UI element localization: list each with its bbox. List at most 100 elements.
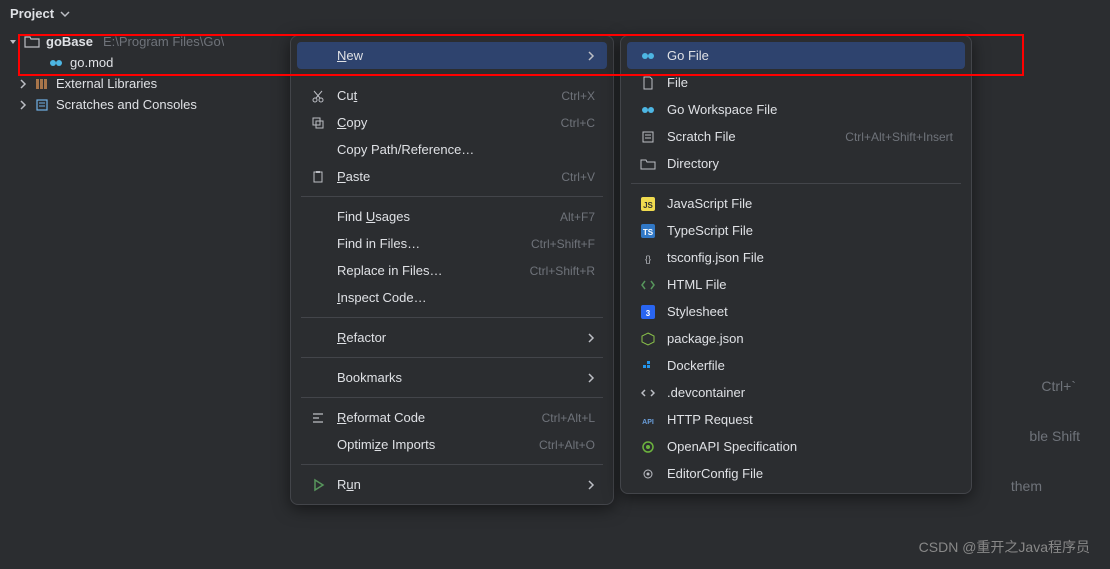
tree-file-label: go.mod	[70, 55, 113, 70]
menu-directory[interactable]: Directory	[627, 150, 965, 177]
bg-shortcut-2: ble Shift	[1029, 428, 1080, 444]
svg-text:JS: JS	[643, 201, 653, 210]
scissors-icon	[309, 89, 327, 103]
gear-icon	[639, 467, 657, 481]
svg-text:3: 3	[646, 309, 651, 318]
menu-bookmarks[interactable]: Bookmarks	[297, 364, 607, 391]
menu-tsconfig-label: tsconfig.json File	[667, 250, 953, 265]
menu-html-file[interactable]: HTML File	[627, 271, 965, 298]
menu-reformat[interactable]: Reformat Code Ctrl+Alt+L	[297, 404, 607, 431]
menu-js-file[interactable]: JS JavaScript File	[627, 190, 965, 217]
menu-copy-path[interactable]: Copy Path/Reference…	[297, 136, 607, 163]
menu-css-label: Stylesheet	[667, 304, 953, 319]
menu-ts-file[interactable]: TS TypeScript File	[627, 217, 965, 244]
menu-run[interactable]: Run	[297, 471, 607, 498]
run-icon	[309, 478, 327, 492]
menu-cut-label: Cut	[337, 88, 551, 103]
menu-reformat-key: Ctrl+Alt+L	[542, 411, 595, 425]
menu-find-in-files[interactable]: Find in Files… Ctrl+Shift+F	[297, 230, 607, 257]
menu-inspect-code[interactable]: Inspect Code…	[297, 284, 607, 311]
menu-http-request[interactable]: API HTTP Request	[627, 406, 965, 433]
panel-title[interactable]: Project	[0, 0, 290, 27]
folder-icon	[639, 157, 657, 171]
menu-package-json[interactable]: package.json	[627, 325, 965, 352]
menu-new-label: New	[337, 48, 577, 63]
css-icon: 3	[639, 305, 657, 319]
menu-directory-label: Directory	[667, 156, 953, 171]
chevron-right-icon	[587, 480, 595, 490]
chevron-down-icon	[60, 9, 70, 19]
menu-html-label: HTML File	[667, 277, 953, 292]
menu-docker-label: Dockerfile	[667, 358, 953, 373]
menu-devcontainer-label: .devcontainer	[667, 385, 953, 400]
menu-devcontainer[interactable]: .devcontainer	[627, 379, 965, 406]
bg-shortcut-3: them	[1011, 478, 1042, 494]
menu-separator	[301, 196, 603, 197]
tree-root-path: E:\Program Files\Go\	[103, 34, 224, 49]
chevron-right-icon	[18, 100, 28, 110]
menu-paste-label: Paste	[337, 169, 551, 184]
scratch-icon	[34, 98, 50, 112]
menu-editorconfig-label: EditorConfig File	[667, 466, 953, 481]
scratch-icon	[639, 130, 657, 144]
docker-icon	[639, 359, 657, 373]
menu-replace-in-files-label: Replace in Files…	[337, 263, 520, 278]
tree-root-label: goBase	[46, 34, 93, 49]
menu-separator	[301, 75, 603, 76]
project-tree: goBase E:\Program Files\Go\ go.mod Exter…	[0, 27, 290, 119]
menu-dockerfile[interactable]: Dockerfile	[627, 352, 965, 379]
menu-copy-label: Copy	[337, 115, 551, 130]
project-panel: Project goBase E:\Program Files\Go\ go.m…	[0, 0, 290, 569]
tree-root[interactable]: goBase E:\Program Files\Go\	[0, 31, 290, 52]
tree-scratches[interactable]: Scratches and Consoles	[0, 94, 290, 115]
menu-find-in-files-key: Ctrl+Shift+F	[531, 237, 595, 251]
menu-optimize-label: Optimize Imports	[337, 437, 529, 452]
menu-scratch-label: Scratch File	[667, 129, 835, 144]
menu-separator	[301, 317, 603, 318]
menu-file[interactable]: File	[627, 69, 965, 96]
menu-openapi[interactable]: OpenAPI Specification	[627, 433, 965, 460]
menu-separator	[301, 397, 603, 398]
tree-file-gomod[interactable]: go.mod	[0, 52, 290, 73]
menu-separator	[301, 464, 603, 465]
menu-paste[interactable]: Paste Ctrl+V	[297, 163, 607, 190]
menu-optimize[interactable]: Optimize Imports Ctrl+Alt+O	[297, 431, 607, 458]
menu-openapi-label: OpenAPI Specification	[667, 439, 953, 454]
copy-icon	[309, 116, 327, 130]
clipboard-icon	[309, 170, 327, 184]
menu-scratch-key: Ctrl+Alt+Shift+Insert	[845, 130, 953, 144]
context-menu-main: New Cut Ctrl+X Copy Ctrl+C Copy Path/Ref…	[290, 35, 614, 505]
menu-go-workspace[interactable]: Go Workspace File	[627, 96, 965, 123]
menu-editorconfig[interactable]: EditorConfig File	[627, 460, 965, 487]
menu-cut[interactable]: Cut Ctrl+X	[297, 82, 607, 109]
menu-scratch-file[interactable]: Scratch File Ctrl+Alt+Shift+Insert	[627, 123, 965, 150]
menu-copy-key: Ctrl+C	[561, 116, 595, 130]
menu-separator	[631, 183, 961, 184]
html-icon	[639, 278, 657, 292]
menu-js-label: JavaScript File	[667, 196, 953, 211]
chevron-right-icon	[587, 333, 595, 343]
menu-cut-key: Ctrl+X	[561, 89, 595, 103]
menu-refactor[interactable]: Refactor	[297, 324, 607, 351]
menu-npm-label: package.json	[667, 331, 953, 346]
menu-tsconfig[interactable]: {} tsconfig.json File	[627, 244, 965, 271]
menu-stylesheet[interactable]: 3 Stylesheet	[627, 298, 965, 325]
menu-file-label: File	[667, 75, 953, 90]
menu-paste-key: Ctrl+V	[561, 170, 595, 184]
tree-external-libraries[interactable]: External Libraries	[0, 73, 290, 94]
menu-go-file-label: Go File	[667, 48, 953, 63]
chevron-right-icon	[587, 51, 595, 61]
menu-refactor-label: Refactor	[337, 330, 577, 345]
menu-find-usages[interactable]: Find Usages Alt+F7	[297, 203, 607, 230]
menu-new[interactable]: New	[297, 42, 607, 69]
devcontainer-icon	[639, 386, 657, 400]
go-file-icon	[48, 56, 64, 70]
menu-go-file[interactable]: Go File	[627, 42, 965, 69]
menu-replace-in-files[interactable]: Replace in Files… Ctrl+Shift+R	[297, 257, 607, 284]
js-icon: JS	[639, 197, 657, 211]
menu-inspect-label: Inspect Code…	[337, 290, 595, 305]
chevron-right-icon	[587, 373, 595, 383]
library-icon	[34, 77, 50, 91]
panel-title-label: Project	[10, 6, 54, 21]
menu-copy[interactable]: Copy Ctrl+C	[297, 109, 607, 136]
